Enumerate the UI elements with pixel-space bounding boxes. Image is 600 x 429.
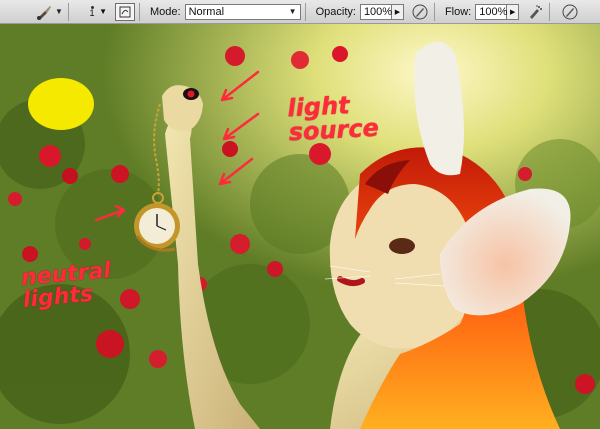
mode-label: Mode: [150,5,181,18]
annotation-neutral-lights: neutral lights [20,258,113,313]
opacity-value: 100% [363,5,393,18]
chevron-down-icon: ▼ [288,7,297,16]
blend-mode-value: Normal [188,5,225,18]
flow-value: 100% [479,5,508,18]
tablet-pressure-size-icon [562,4,578,19]
tablet-pressure-opacity-button[interactable] [410,2,430,22]
chevron-down-icon: ▼ [55,7,63,16]
triangle-right-icon: ▶ [394,8,401,16]
eye [389,238,415,254]
toggle-brush-panel-icon [119,6,131,17]
tool-preset-picker[interactable]: ▼ [34,2,64,22]
flow-slider-button[interactable]: ▶ [507,3,520,20]
opacity-label: Opacity: [315,5,356,18]
brush-size-value: 1 [89,7,95,18]
blend-mode-select[interactable]: Normal ▼ [184,3,301,20]
toolbar-separator [433,2,435,21]
flow-label: Flow: [444,5,472,18]
tablet-pressure-opacity-icon [412,4,428,19]
opacity-slider-button[interactable]: ▶ [391,3,404,20]
toggle-brush-panel-button[interactable] [115,2,135,21]
document-canvas[interactable]: light source neutral lights [0,24,600,429]
brush-size-picker[interactable]: 1 ▼ [73,2,111,22]
brush-preset-icon [37,5,52,20]
toolbar-separator [139,2,140,21]
triangle-right-icon: ▶ [510,8,516,16]
artwork-image [0,24,600,429]
chevron-down-icon: ▼ [99,6,107,16]
toolbar-separator [68,2,69,21]
toolbar-separator [304,2,306,21]
toolbar-separator [549,2,551,21]
flow-field[interactable]: 100% [475,3,508,20]
ring-heart [187,90,195,98]
options-bar: ▼ 1 ▼ Mode: Normal ▼ Opacity: 100% ▶ Flo… [0,0,600,24]
annotation-light-source: light source [287,91,380,147]
tablet-pressure-size-button[interactable] [560,2,580,22]
opacity-field[interactable]: 100% [359,3,393,20]
light-spot [28,78,94,130]
annotation-text: source [287,113,380,147]
airbrush-button[interactable] [525,2,545,22]
airbrush-icon [530,4,543,19]
